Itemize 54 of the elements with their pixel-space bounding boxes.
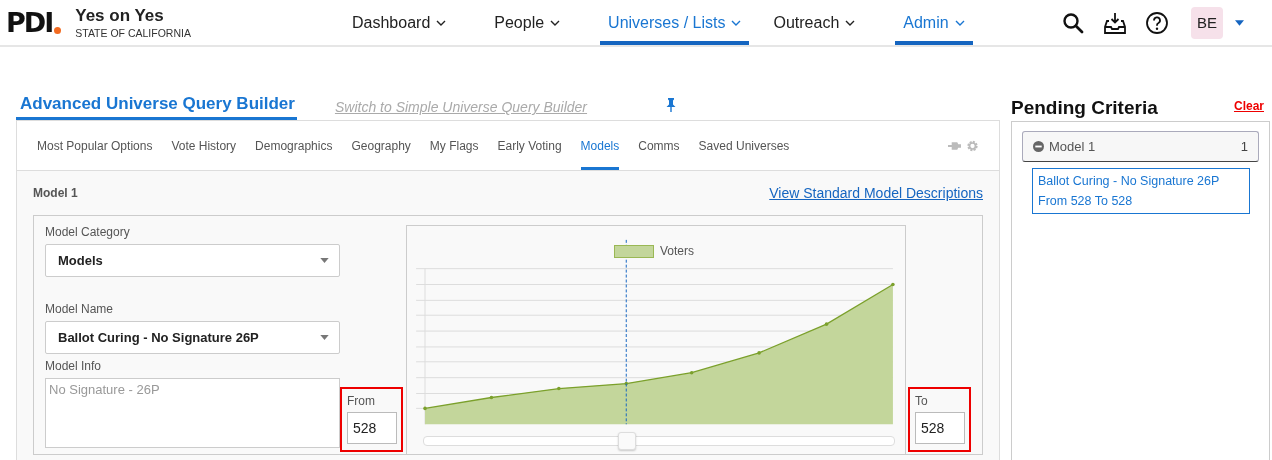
category-tab[interactable]: Early Voting [497, 139, 562, 170]
pin-icon[interactable] [665, 98, 678, 112]
help-icon[interactable] [1145, 10, 1169, 35]
criteria-text: Ballot Curing - No Signature 26P [1038, 173, 1221, 190]
caret-icon[interactable] [1235, 19, 1244, 26]
criteria-text: From 528 To 528 [1038, 193, 1134, 210]
category-tab[interactable]: Geography [351, 139, 411, 170]
nav-menu-item[interactable]: Dashboard [352, 0, 463, 45]
criteria-group-name: Model 1 [1049, 139, 1096, 154]
category-tab[interactable]: Vote History [171, 139, 237, 170]
nav-menu-item[interactable]: People [494, 0, 577, 45]
category-tab[interactable]: My Flags [429, 139, 479, 170]
to-input[interactable]: 528 [915, 412, 965, 444]
category-tab[interactable]: Most Popular Options [37, 139, 153, 170]
model-category-dropdown[interactable]: Models [45, 244, 340, 277]
chevron-down-icon [436, 19, 447, 26]
field-label: To [915, 394, 929, 408]
field-label: From [347, 394, 376, 408]
download-tray-icon[interactable] [1103, 10, 1127, 35]
legend-label: Voters [660, 244, 695, 258]
section-title: Model 1 [33, 186, 78, 200]
caret-icon [320, 335, 329, 340]
model-info-field[interactable]: No Signature - 26P [45, 378, 340, 448]
pdi-logo: PDI [6, 9, 62, 36]
field-label: Model Info [45, 359, 103, 373]
user-avatar[interactable]: BE [1191, 6, 1223, 39]
criteria-detail-box[interactable]: Ballot Curing - No Signature 26P From 528 To 528 [1032, 168, 1250, 214]
criteria-group-header[interactable]: Model 1 1 [1022, 131, 1259, 162]
slider-handle[interactable] [618, 432, 637, 450]
field-label: Model Category [45, 225, 131, 239]
chevron-down-icon [550, 19, 561, 26]
field-label: Model Name [45, 302, 115, 316]
nav-menu-item[interactable]: Admin [895, 0, 973, 45]
category-tab[interactable]: Comms [638, 139, 680, 170]
caret-icon [320, 258, 329, 263]
chevron-down-icon [954, 19, 965, 26]
legend-swatch [614, 244, 654, 258]
model-descriptions-link[interactable]: View Standard Model Descriptions [769, 185, 983, 201]
category-tab[interactable]: Demographics [255, 139, 333, 170]
from-input[interactable]: 528 [347, 412, 397, 444]
clear-link[interactable]: Clear [1233, 99, 1270, 119]
organization-state: STATE OF CALIFORNIA [75, 27, 191, 39]
chevron-down-icon [731, 19, 742, 26]
panel-title: Pending Criteria [1011, 97, 1158, 119]
criteria-count: 1 [1240, 139, 1248, 154]
chevron-down-icon [845, 19, 856, 26]
nav-menu-item[interactable]: Outreach [773, 0, 872, 45]
organization-name: Yes on Yes [75, 6, 165, 26]
search-icon[interactable] [1061, 10, 1085, 35]
category-tab[interactable]: Saved Universes [698, 139, 790, 170]
page-title: Advanced Universe Query Builder [16, 94, 297, 120]
remove-icon[interactable] [1033, 141, 1044, 152]
nav-menu-item[interactable]: Universes / Lists [600, 0, 750, 45]
model-name-dropdown[interactable]: Ballot Curing - No Signature 26P [45, 321, 340, 354]
